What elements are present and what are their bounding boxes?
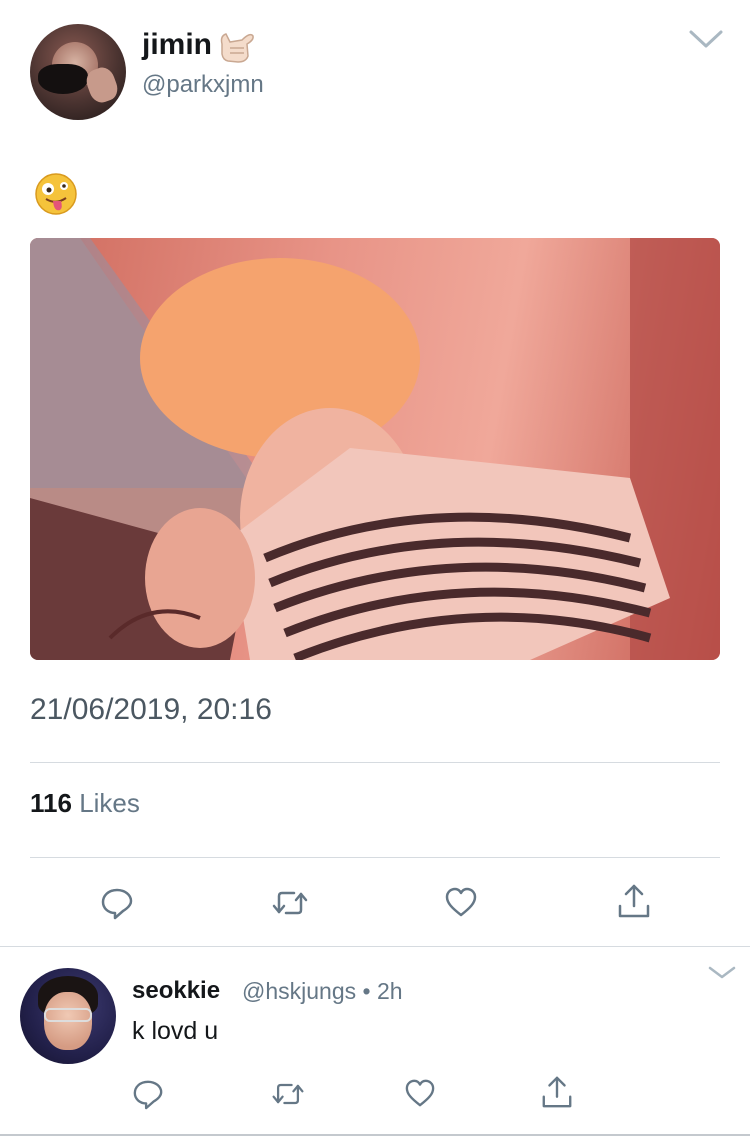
call-me-hand-icon [220, 33, 254, 63]
likes-label: Likes [79, 788, 140, 818]
reply-author-avatar[interactable] [20, 968, 116, 1064]
reply-meta: @hskjungs • 2h [242, 978, 403, 1004]
like-icon[interactable] [444, 886, 478, 918]
author-name[interactable]: jimin [142, 28, 212, 62]
like-icon[interactable] [404, 1078, 436, 1108]
reply-icon[interactable] [132, 1078, 164, 1110]
divider [30, 857, 720, 858]
retweet-icon[interactable] [270, 886, 310, 920]
retweet-icon[interactable] [270, 1078, 306, 1110]
reply-text: k lovd u [132, 1017, 219, 1045]
section-divider [0, 946, 750, 947]
share-icon[interactable] [616, 882, 652, 920]
author-avatar[interactable] [30, 24, 126, 120]
zany-face-icon [35, 173, 77, 215]
author-handle[interactable]: @parkxjmn [142, 71, 264, 99]
tweet-timestamp[interactable]: 21/06/2019, 20:16 [30, 693, 272, 727]
share-icon[interactable] [540, 1074, 574, 1110]
reply-icon[interactable] [100, 886, 134, 920]
divider [30, 762, 720, 763]
chevron-down-icon[interactable] [708, 966, 736, 980]
likes-row[interactable]: 116 Likes [30, 788, 140, 819]
tweet-photo[interactable] [30, 238, 720, 660]
likes-count: 116 [30, 788, 72, 818]
chevron-down-icon[interactable] [688, 28, 724, 50]
reply-author-name[interactable]: seokkie [132, 977, 220, 1005]
